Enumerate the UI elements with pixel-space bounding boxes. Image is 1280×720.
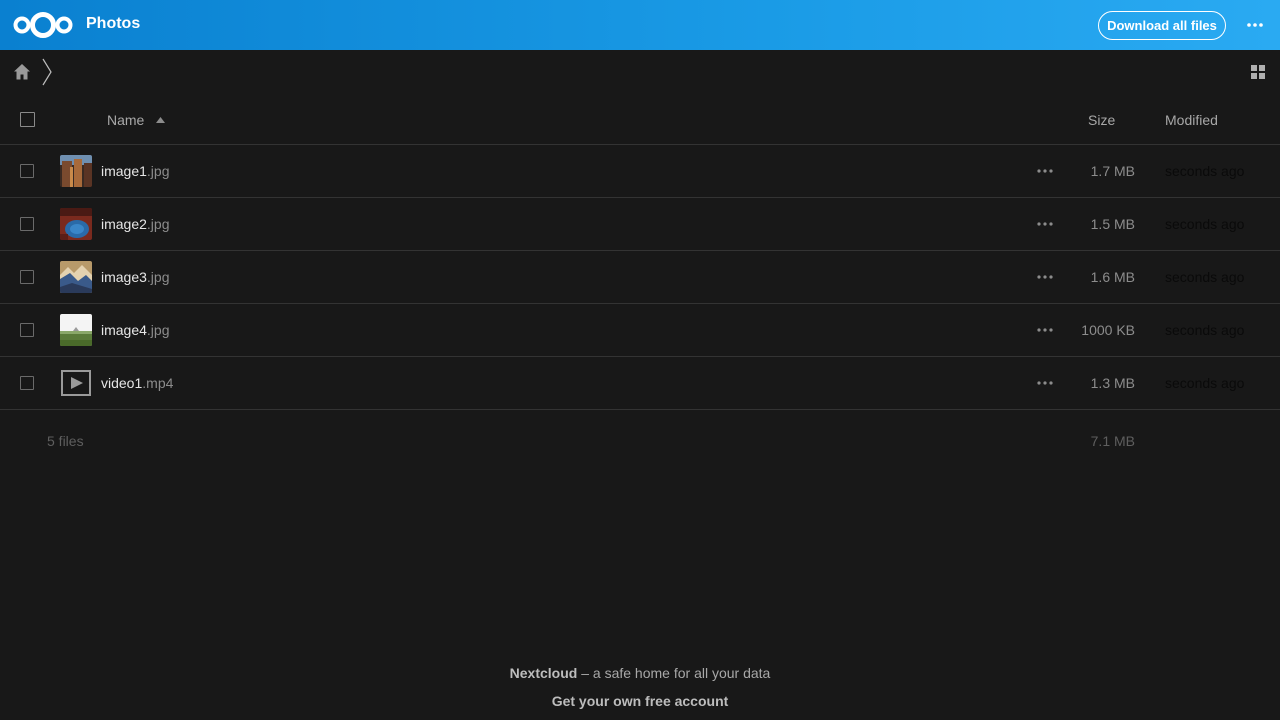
image-thumbnail bbox=[60, 208, 92, 240]
select-all-checkbox[interactable] bbox=[20, 112, 35, 127]
file-select-checkbox[interactable] bbox=[20, 270, 34, 284]
file-row[interactable]: image4.jpg 1000 KB seconds ago bbox=[0, 304, 1280, 357]
row-actions-icon[interactable] bbox=[1036, 272, 1054, 282]
get-free-account-link[interactable]: Get your own free account bbox=[0, 693, 1280, 709]
file-row[interactable]: image1.jpg 1.7 MB seconds ago bbox=[0, 145, 1280, 198]
video-file-icon bbox=[61, 370, 91, 396]
file-size: 1.3 MB bbox=[1090, 375, 1135, 391]
file-select-checkbox[interactable] bbox=[20, 217, 34, 231]
file-select-checkbox[interactable] bbox=[20, 376, 34, 390]
more-options-icon[interactable] bbox=[1242, 16, 1268, 34]
footer-tagline-text: – a safe home for all your data bbox=[577, 665, 771, 681]
file-modified: seconds ago bbox=[1165, 375, 1245, 391]
file-size: 1.6 MB bbox=[1090, 269, 1135, 285]
sort-ascending-icon[interactable] bbox=[156, 117, 165, 123]
column-header-size[interactable]: Size bbox=[1088, 112, 1115, 128]
image-thumbnail bbox=[60, 314, 92, 346]
home-icon[interactable] bbox=[13, 63, 31, 81]
file-row[interactable]: image2.jpg 1.5 MB seconds ago bbox=[0, 198, 1280, 251]
file-size: 1.5 MB bbox=[1090, 216, 1135, 232]
row-actions-icon[interactable] bbox=[1036, 325, 1054, 335]
file-name[interactable]: image1.jpg bbox=[101, 163, 170, 179]
top-header: Photos Download all files bbox=[0, 0, 1280, 50]
file-modified: seconds ago bbox=[1165, 322, 1245, 338]
file-modified: seconds ago bbox=[1165, 163, 1245, 179]
total-size-summary: 7.1 MB bbox=[1090, 433, 1135, 449]
file-modified: seconds ago bbox=[1165, 216, 1245, 232]
nextcloud-logo-icon bbox=[13, 12, 73, 38]
download-all-button[interactable]: Download all files bbox=[1098, 11, 1226, 40]
file-row[interactable]: video1.mp4 1.3 MB seconds ago bbox=[0, 357, 1280, 410]
grid-view-icon[interactable] bbox=[1250, 64, 1266, 80]
file-select-checkbox[interactable] bbox=[20, 164, 34, 178]
image-thumbnail bbox=[60, 155, 92, 187]
file-row[interactable]: image3.jpg 1.6 MB seconds ago bbox=[0, 251, 1280, 304]
footer-brand: Nextcloud bbox=[509, 665, 578, 681]
file-name[interactable]: image2.jpg bbox=[101, 216, 170, 232]
file-list-header: Name Size Modified bbox=[0, 94, 1280, 145]
file-select-checkbox[interactable] bbox=[20, 323, 34, 337]
column-header-modified[interactable]: Modified bbox=[1165, 112, 1218, 128]
image-thumbnail bbox=[60, 261, 92, 293]
footer-tagline: Nextcloud – a safe home for all your dat… bbox=[0, 665, 1280, 681]
row-actions-icon[interactable] bbox=[1036, 166, 1054, 176]
row-actions-icon[interactable] bbox=[1036, 378, 1054, 388]
file-modified: seconds ago bbox=[1165, 269, 1245, 285]
column-header-name[interactable]: Name bbox=[107, 112, 144, 128]
row-actions-icon[interactable] bbox=[1036, 219, 1054, 229]
file-name[interactable]: image4.jpg bbox=[101, 322, 170, 338]
breadcrumb-chevron-icon bbox=[42, 58, 52, 86]
file-size: 1000 KB bbox=[1081, 322, 1135, 338]
file-size: 1.7 MB bbox=[1090, 163, 1135, 179]
file-name[interactable]: image3.jpg bbox=[101, 269, 170, 285]
file-count-summary: 5 files bbox=[47, 433, 84, 449]
file-name[interactable]: video1.mp4 bbox=[101, 375, 173, 391]
app-title: Photos bbox=[86, 15, 141, 32]
